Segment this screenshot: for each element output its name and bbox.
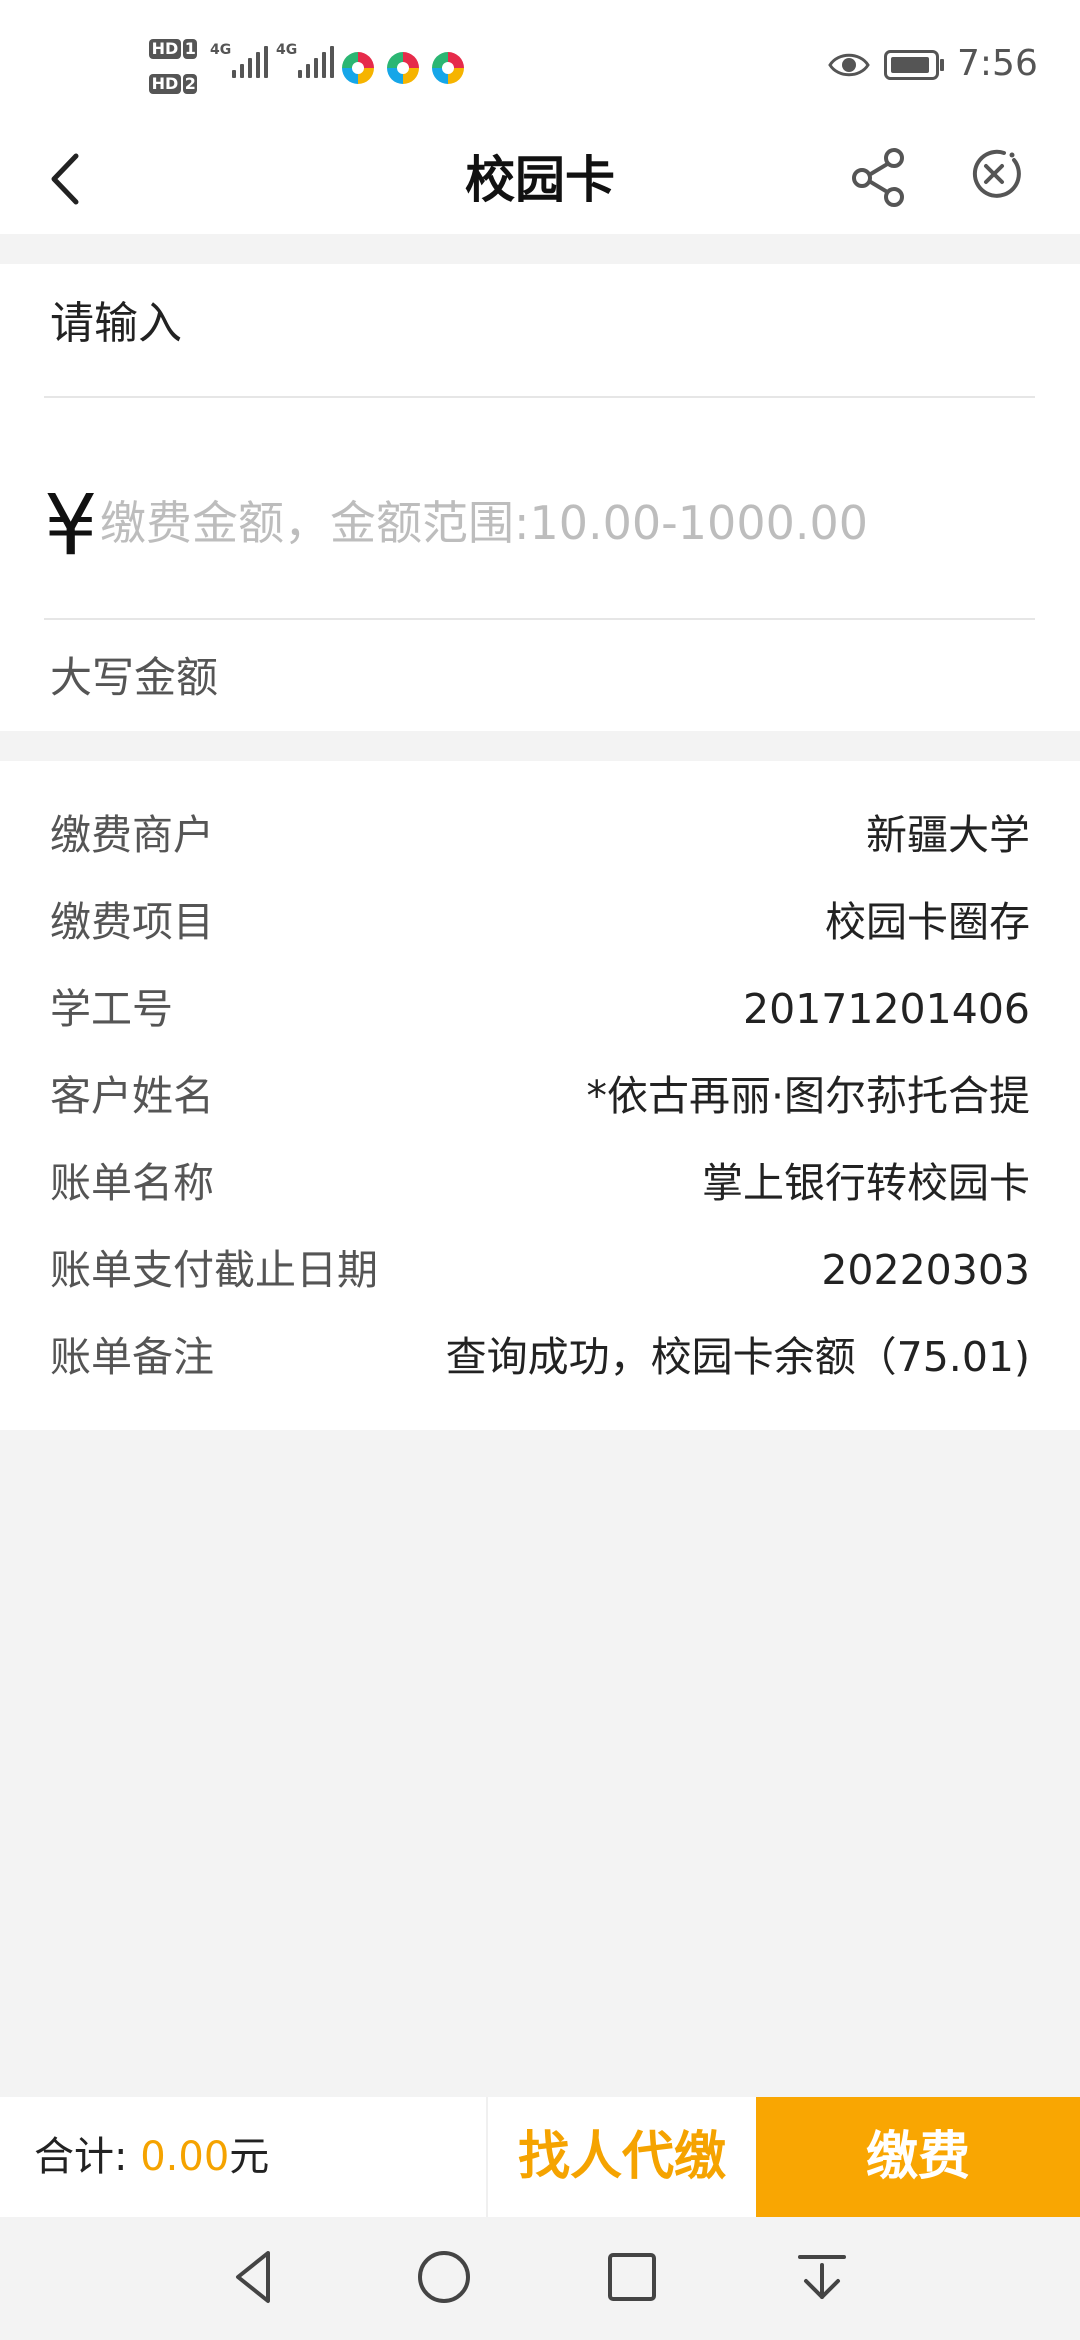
chevron-left-icon xyxy=(51,153,79,205)
info-value: 20171201406 xyxy=(743,985,1030,1033)
proxy-pay-button[interactable]: 找人代缴 xyxy=(488,2097,756,2217)
info-label: 账单名称 xyxy=(50,1159,214,1207)
info-value: 掌上银行转校园卡 xyxy=(702,1159,1030,1207)
info-value: *依古再丽·图尔荪托合提 xyxy=(586,1072,1030,1120)
uppercase-amount-label: 大写金额 xyxy=(50,653,219,702)
amount-input[interactable] xyxy=(100,478,1020,568)
divider xyxy=(44,396,1035,398)
sim1-hd-label: HD xyxy=(148,39,182,59)
recents-square-icon[interactable] xyxy=(600,2245,664,2309)
total-value: 0.00 xyxy=(140,2134,230,2180)
pay-button[interactable]: 缴费 xyxy=(756,2097,1080,2217)
divider xyxy=(44,618,1035,620)
info-value: 查询成功，校园卡余额（75.01) xyxy=(445,1333,1030,1381)
info-row-due-date: 账单支付截止日期 20220303 xyxy=(0,1238,1080,1302)
app-notification-icon xyxy=(432,52,464,84)
info-row-bill-name: 账单名称 掌上银行转校园卡 xyxy=(0,1151,1080,1215)
home-circle-icon[interactable] xyxy=(412,2245,476,2309)
back-triangle-icon[interactable] xyxy=(224,2245,288,2309)
bill-info-card: 缴费商户 新疆大学 缴费项目 校园卡圈存 学工号 20171201406 客户姓… xyxy=(0,761,1080,1430)
info-row-remark: 账单备注 查询成功，校园卡余额（75.01) xyxy=(0,1325,1080,1389)
total-amount: 合计: 0.00元 xyxy=(34,2097,269,2217)
battery-icon xyxy=(884,50,944,80)
info-value: 20220303 xyxy=(821,1246,1030,1294)
notification-pulldown-icon[interactable] xyxy=(790,2245,854,2309)
sim2-number: 2 xyxy=(183,74,198,94)
eye-icon xyxy=(828,53,870,77)
back-button[interactable] xyxy=(38,144,98,214)
info-value: 校园卡圈存 xyxy=(825,898,1030,946)
app-notification-icon xyxy=(342,52,374,84)
input-prompt: 请输入 xyxy=(50,298,182,349)
page-title: 校园卡 xyxy=(465,151,615,209)
total-label: 合计: xyxy=(34,2134,128,2180)
currency-symbol: ¥ xyxy=(44,476,98,574)
share-button[interactable] xyxy=(848,140,912,210)
close-circle-icon xyxy=(972,149,1021,198)
info-row-merchant: 缴费商户 新疆大学 xyxy=(0,803,1080,867)
info-row-student-id: 学工号 20171201406 xyxy=(0,977,1080,1041)
close-button[interactable] xyxy=(962,142,1026,206)
info-value: 新疆大学 xyxy=(866,811,1030,859)
signal-icon: 4G xyxy=(276,42,336,82)
system-nav-bar xyxy=(0,2217,1080,2340)
info-row-customer-name: 客户姓名 *依古再丽·图尔荪托合提 xyxy=(0,1064,1080,1128)
total-unit: 元 xyxy=(229,2134,270,2180)
info-label: 缴费商户 xyxy=(50,811,214,859)
info-row-item: 缴费项目 校园卡圈存 xyxy=(0,890,1080,954)
title-bar: 校园卡 xyxy=(0,130,1080,234)
info-label: 客户姓名 xyxy=(50,1072,214,1120)
sim1-indicator: HD 1 xyxy=(148,38,198,60)
amount-card: 请输入 ¥ 大写金额 xyxy=(0,264,1080,731)
signal-icon: 4G xyxy=(210,42,270,82)
network-type-2: 4G xyxy=(276,42,298,58)
info-label: 学工号 xyxy=(50,985,173,1033)
pay-bar: 合计: 0.00元 找人代缴 缴费 xyxy=(0,2097,1080,2217)
network-type-1: 4G xyxy=(210,42,232,58)
sim2-indicator: HD 2 xyxy=(148,73,198,95)
sim1-number: 1 xyxy=(183,39,198,59)
sim2-hd-label: HD xyxy=(148,74,182,94)
share-icon xyxy=(852,148,904,207)
info-label: 账单备注 xyxy=(50,1333,214,1381)
info-label: 缴费项目 xyxy=(50,898,214,946)
app-notification-icon xyxy=(387,52,419,84)
info-label: 账单支付截止日期 xyxy=(50,1246,378,1294)
status-bar: HD 1 HD 2 4G 4G 7:56 xyxy=(0,0,1080,130)
status-time: 7:56 xyxy=(957,43,1038,84)
